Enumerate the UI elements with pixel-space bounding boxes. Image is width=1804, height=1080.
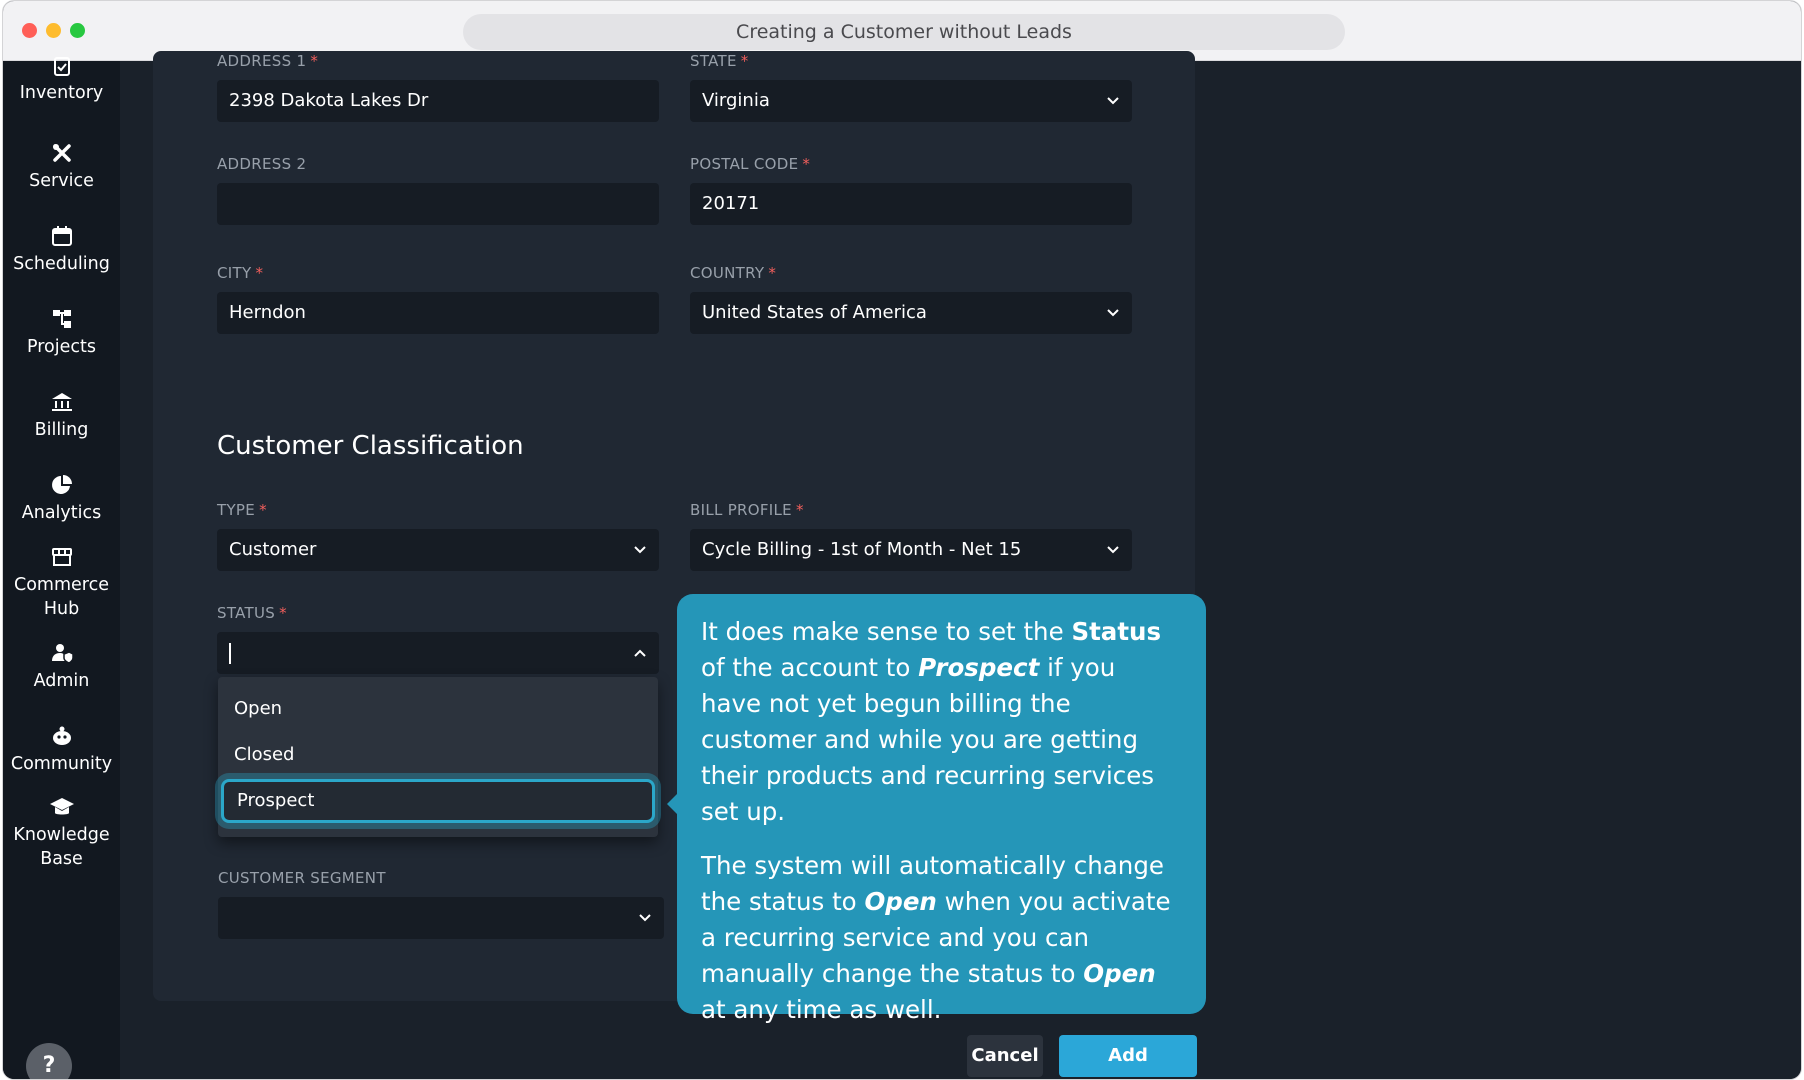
postal-code-input[interactable]: 20171 — [690, 183, 1132, 225]
pie-chart-icon — [51, 475, 72, 494]
status-option-open[interactable]: Open — [218, 687, 658, 731]
city-input[interactable]: Herndon — [217, 292, 659, 334]
tooltip-arrow — [667, 794, 677, 814]
sidebar-item-projects[interactable]: Projects — [3, 307, 120, 359]
calendar-icon — [51, 226, 72, 246]
chevron-down-icon — [634, 546, 646, 554]
tooltip-paragraph-1: It does make sense to set the Status of … — [701, 617, 1162, 826]
window-title: Creating a Customer without Leads — [463, 14, 1345, 50]
sidebar-item-community[interactable]: Community — [3, 724, 120, 776]
storefront-icon — [51, 548, 72, 566]
guide-tooltip: It does make sense to set the Status of … — [677, 594, 1206, 1024]
section-title-customer-classification: Customer Classification — [217, 431, 524, 461]
help-button[interactable]: ? — [26, 1043, 72, 1079]
sidebar-item-label: Scheduling — [13, 254, 110, 274]
country-select[interactable]: United States of America — [690, 292, 1132, 334]
sidebar-item-label: Knowledge Base — [13, 825, 110, 869]
sidebar-item-label: Projects — [27, 337, 96, 357]
state-value: Virginia — [702, 90, 770, 111]
sidebar-item-inventory[interactable]: Inventory — [3, 55, 120, 105]
customer-segment-label: CUSTOMER SEGMENT — [218, 869, 386, 887]
user-shield-icon — [51, 644, 74, 664]
hierarchy-icon — [52, 310, 71, 328]
close-window-button[interactable] — [22, 23, 37, 38]
bill-profile-select[interactable]: Cycle Billing - 1st of Month - Net 15 — [690, 529, 1132, 571]
text-caret — [229, 643, 231, 664]
bill-profile-label: BILL PROFILE * — [690, 501, 804, 519]
status-option-prospect[interactable]: Prospect — [221, 779, 655, 823]
sidebar-item-commerce-hub[interactable]: Commerce Hub — [3, 545, 120, 621]
chevron-down-icon — [1107, 97, 1119, 105]
sidebar: Inventory Service Scheduling Projects Bi… — [3, 57, 120, 1079]
address1-label: ADDRESS 1 * — [217, 52, 319, 70]
bank-icon — [51, 393, 72, 411]
state-select[interactable]: Virginia — [690, 80, 1132, 122]
sidebar-item-admin[interactable]: Admin — [3, 641, 120, 693]
address2-input[interactable] — [217, 183, 659, 225]
address2-label: ADDRESS 2 — [217, 155, 307, 173]
chevron-down-icon — [1107, 546, 1119, 554]
type-select[interactable]: Customer — [217, 529, 659, 571]
sidebar-item-label: Community — [10, 754, 113, 774]
minimize-window-button[interactable] — [46, 23, 61, 38]
tooltip-paragraph-2: The system will automatically change the… — [701, 851, 1171, 1024]
status-dropdown-menu: Open Closed Prospect — [218, 677, 658, 837]
community-icon — [52, 726, 71, 745]
sidebar-item-knowledge-base[interactable]: Knowledge Base — [3, 795, 120, 871]
bill-profile-value: Cycle Billing - 1st of Month - Net 15 — [702, 539, 1022, 560]
graduation-cap-icon — [49, 798, 74, 815]
customer-segment-select[interactable] — [218, 897, 664, 939]
postal-code-label: POSTAL CODE * — [690, 155, 811, 173]
sidebar-item-service[interactable]: Service — [3, 141, 120, 193]
add-customer-button[interactable]: Add Customer — [1059, 1035, 1197, 1077]
sidebar-item-label: Billing — [34, 420, 89, 440]
zoom-window-button[interactable] — [70, 23, 85, 38]
status-label: STATUS * — [217, 604, 287, 622]
status-option-closed[interactable]: Closed — [218, 733, 658, 777]
country-value: United States of America — [702, 302, 927, 323]
clipboard-check-icon — [53, 57, 70, 76]
type-value: Customer — [229, 539, 317, 560]
chevron-down-icon — [639, 914, 651, 922]
address1-input[interactable]: 2398 Dakota Lakes Dr — [217, 80, 659, 122]
sidebar-item-label: Analytics — [21, 503, 102, 523]
sidebar-item-analytics[interactable]: Analytics — [3, 473, 120, 525]
sidebar-item-label: Inventory — [19, 83, 104, 103]
sidebar-item-label: Service — [29, 171, 94, 191]
sidebar-item-billing[interactable]: Billing — [3, 390, 120, 442]
browser-window: Creating a Customer without Leads Invent… — [2, 0, 1802, 1080]
type-label: TYPE * — [217, 501, 267, 519]
sidebar-item-label: Commerce Hub — [14, 575, 109, 619]
status-select[interactable] — [217, 632, 659, 674]
tools-icon — [52, 144, 71, 162]
country-label: COUNTRY * — [690, 264, 777, 282]
sidebar-item-scheduling[interactable]: Scheduling — [3, 224, 120, 276]
city-label: CITY * — [217, 264, 264, 282]
cancel-button[interactable]: Cancel — [967, 1035, 1043, 1077]
sidebar-item-label: Admin — [33, 671, 90, 691]
state-label: STATE * — [690, 52, 749, 70]
chevron-down-icon — [1107, 309, 1119, 317]
chevron-up-icon — [634, 649, 646, 657]
